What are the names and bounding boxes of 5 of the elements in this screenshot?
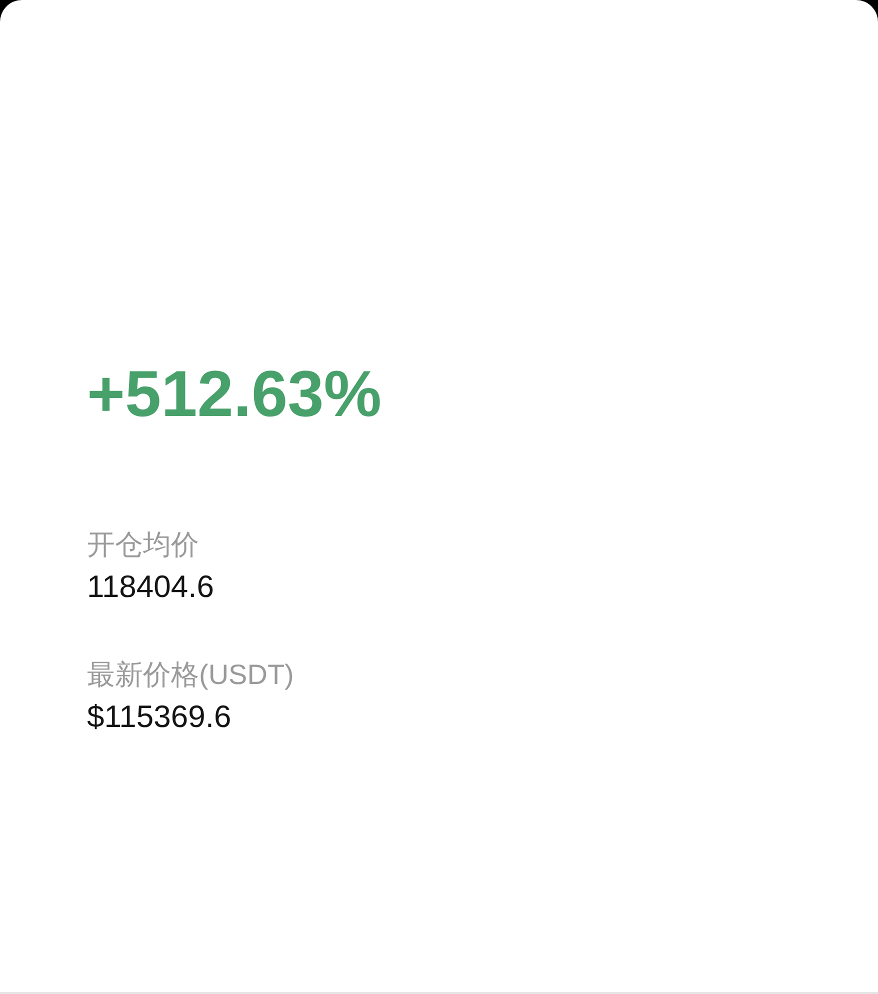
field-value: $115369.6: [87, 699, 232, 735]
field-label: 最新价格(USDT): [87, 658, 294, 692]
profit-percentage: +512.63%: [87, 362, 382, 426]
field-label: 开仓均价: [87, 528, 199, 562]
field-value: 118404.6: [87, 569, 214, 605]
